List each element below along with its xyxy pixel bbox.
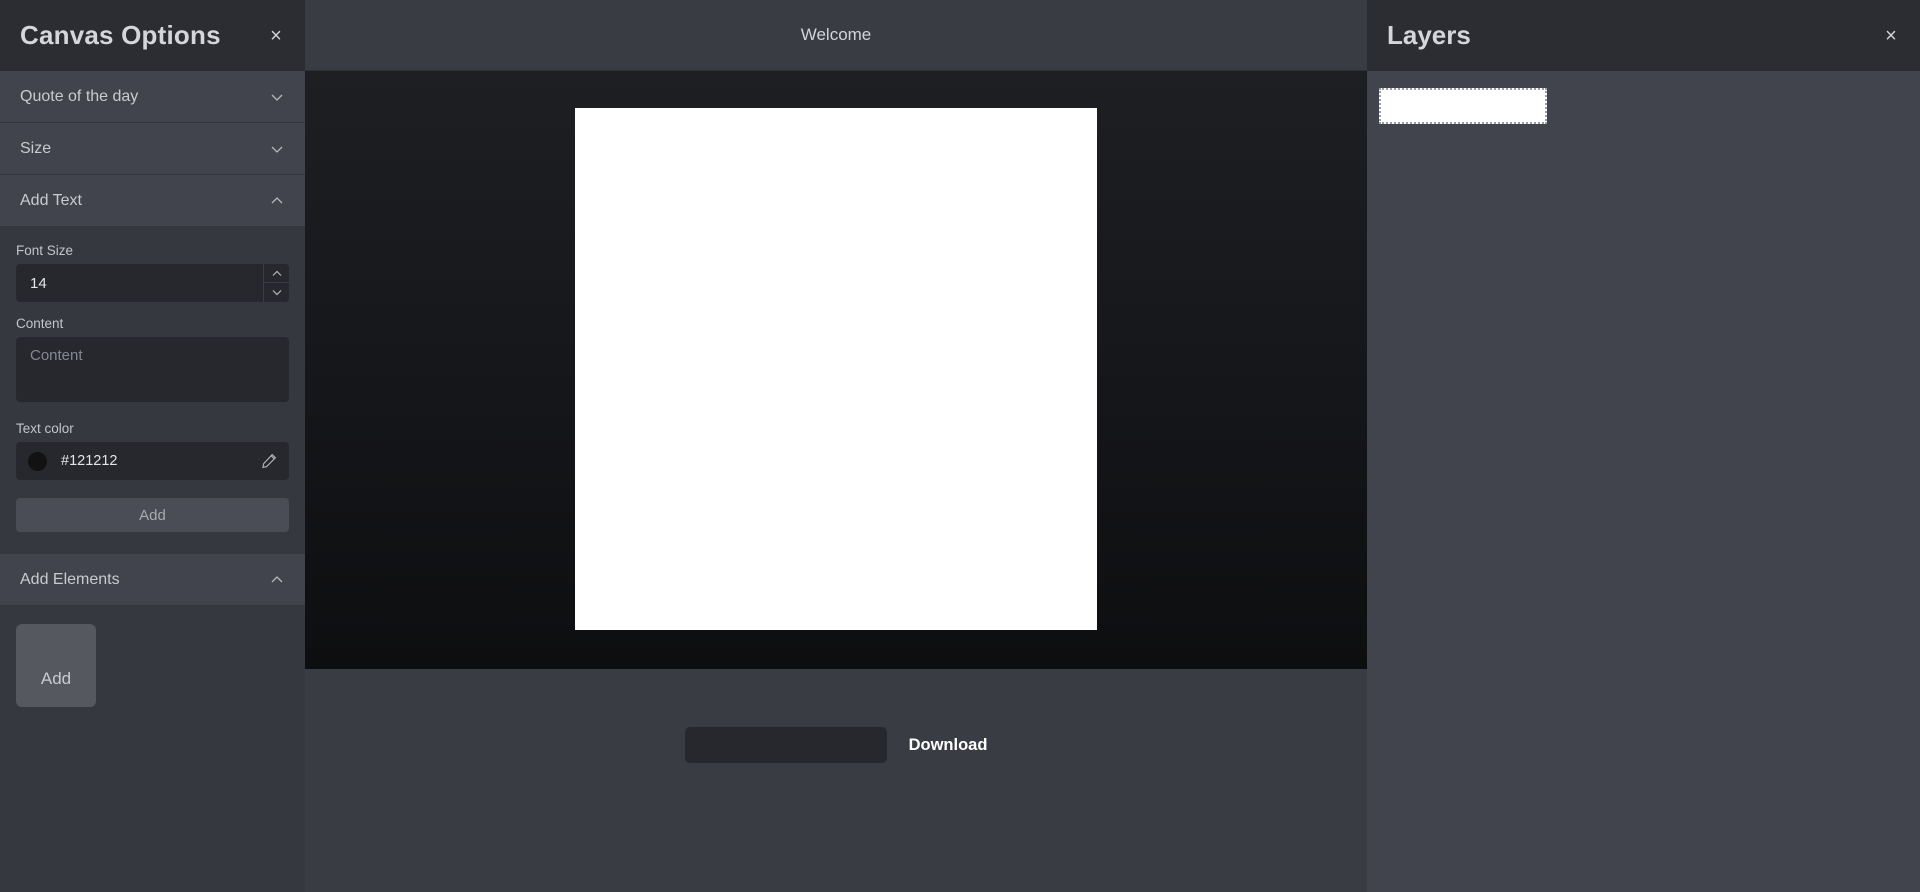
- layers-panel: Layers ×: [1367, 0, 1920, 892]
- font-size-field[interactable]: [16, 264, 289, 302]
- font-size-stepper[interactable]: [263, 264, 289, 302]
- layers-list: [1367, 71, 1920, 892]
- canvas-artboard[interactable]: [575, 108, 1097, 630]
- chevron-down-icon: [269, 89, 285, 105]
- section-add-text[interactable]: Add Text: [0, 175, 305, 227]
- section-label-add-elements: Add Elements: [20, 570, 120, 588]
- download-filename-input[interactable]: [684, 727, 887, 763]
- section-quote-of-the-day[interactable]: Quote of the day: [0, 71, 305, 123]
- layers-title: Layers: [1387, 20, 1471, 50]
- canvas-workspace-region: Welcome Download: [305, 0, 1367, 892]
- content-input[interactable]: [16, 337, 289, 402]
- close-layers-button[interactable]: ×: [1878, 23, 1904, 49]
- download-bar: Download: [305, 669, 1367, 892]
- workspace-title: Welcome: [800, 25, 872, 44]
- section-label-add-text: Add Text: [20, 191, 82, 209]
- add-elements-body: Add: [0, 606, 305, 764]
- canvas-options-body: Quote of the day Size Add Text Font Size…: [0, 71, 305, 892]
- text-color-field[interactable]: #121212: [16, 442, 289, 480]
- font-size-label: Font Size: [16, 243, 74, 258]
- app-root: Canvas Options × Quote of the day Size A…: [0, 0, 1920, 892]
- section-label-size: Size: [20, 139, 52, 157]
- font-size-decrement-button[interactable]: [264, 283, 289, 302]
- text-color-swatch: [28, 451, 47, 471]
- font-size-input[interactable]: [16, 264, 263, 302]
- section-size[interactable]: Size: [0, 123, 305, 175]
- chevron-up-icon: [269, 193, 285, 209]
- add-text-body: Font Size Content Text color: [0, 227, 305, 554]
- section-label-quote-of-the-day: Quote of the day: [20, 87, 139, 105]
- add-text-button[interactable]: Add: [16, 498, 289, 532]
- close-canvas-options-button[interactable]: ×: [263, 23, 289, 49]
- pencil-icon[interactable]: [261, 453, 277, 469]
- text-color-label: Text color: [16, 421, 74, 436]
- layers-header: Layers ×: [1367, 0, 1920, 71]
- page-title: Canvas Options: [20, 20, 221, 50]
- download-button[interactable]: Download: [909, 727, 988, 763]
- content-label: Content: [16, 316, 64, 331]
- chevron-up-icon: [269, 572, 285, 588]
- text-color-value: #121212: [61, 453, 118, 469]
- canvas-backdrop[interactable]: [305, 71, 1367, 669]
- workspace-header: Welcome: [305, 0, 1367, 71]
- section-add-elements[interactable]: Add Elements: [0, 554, 305, 606]
- canvas-options-header: Canvas Options ×: [0, 0, 305, 71]
- add-element-tile-button[interactable]: Add: [16, 624, 96, 707]
- chevron-down-icon: [269, 141, 285, 157]
- list-item[interactable]: [1379, 88, 1547, 124]
- canvas-options-panel: Canvas Options × Quote of the day Size A…: [0, 0, 305, 892]
- font-size-increment-button[interactable]: [264, 264, 289, 283]
